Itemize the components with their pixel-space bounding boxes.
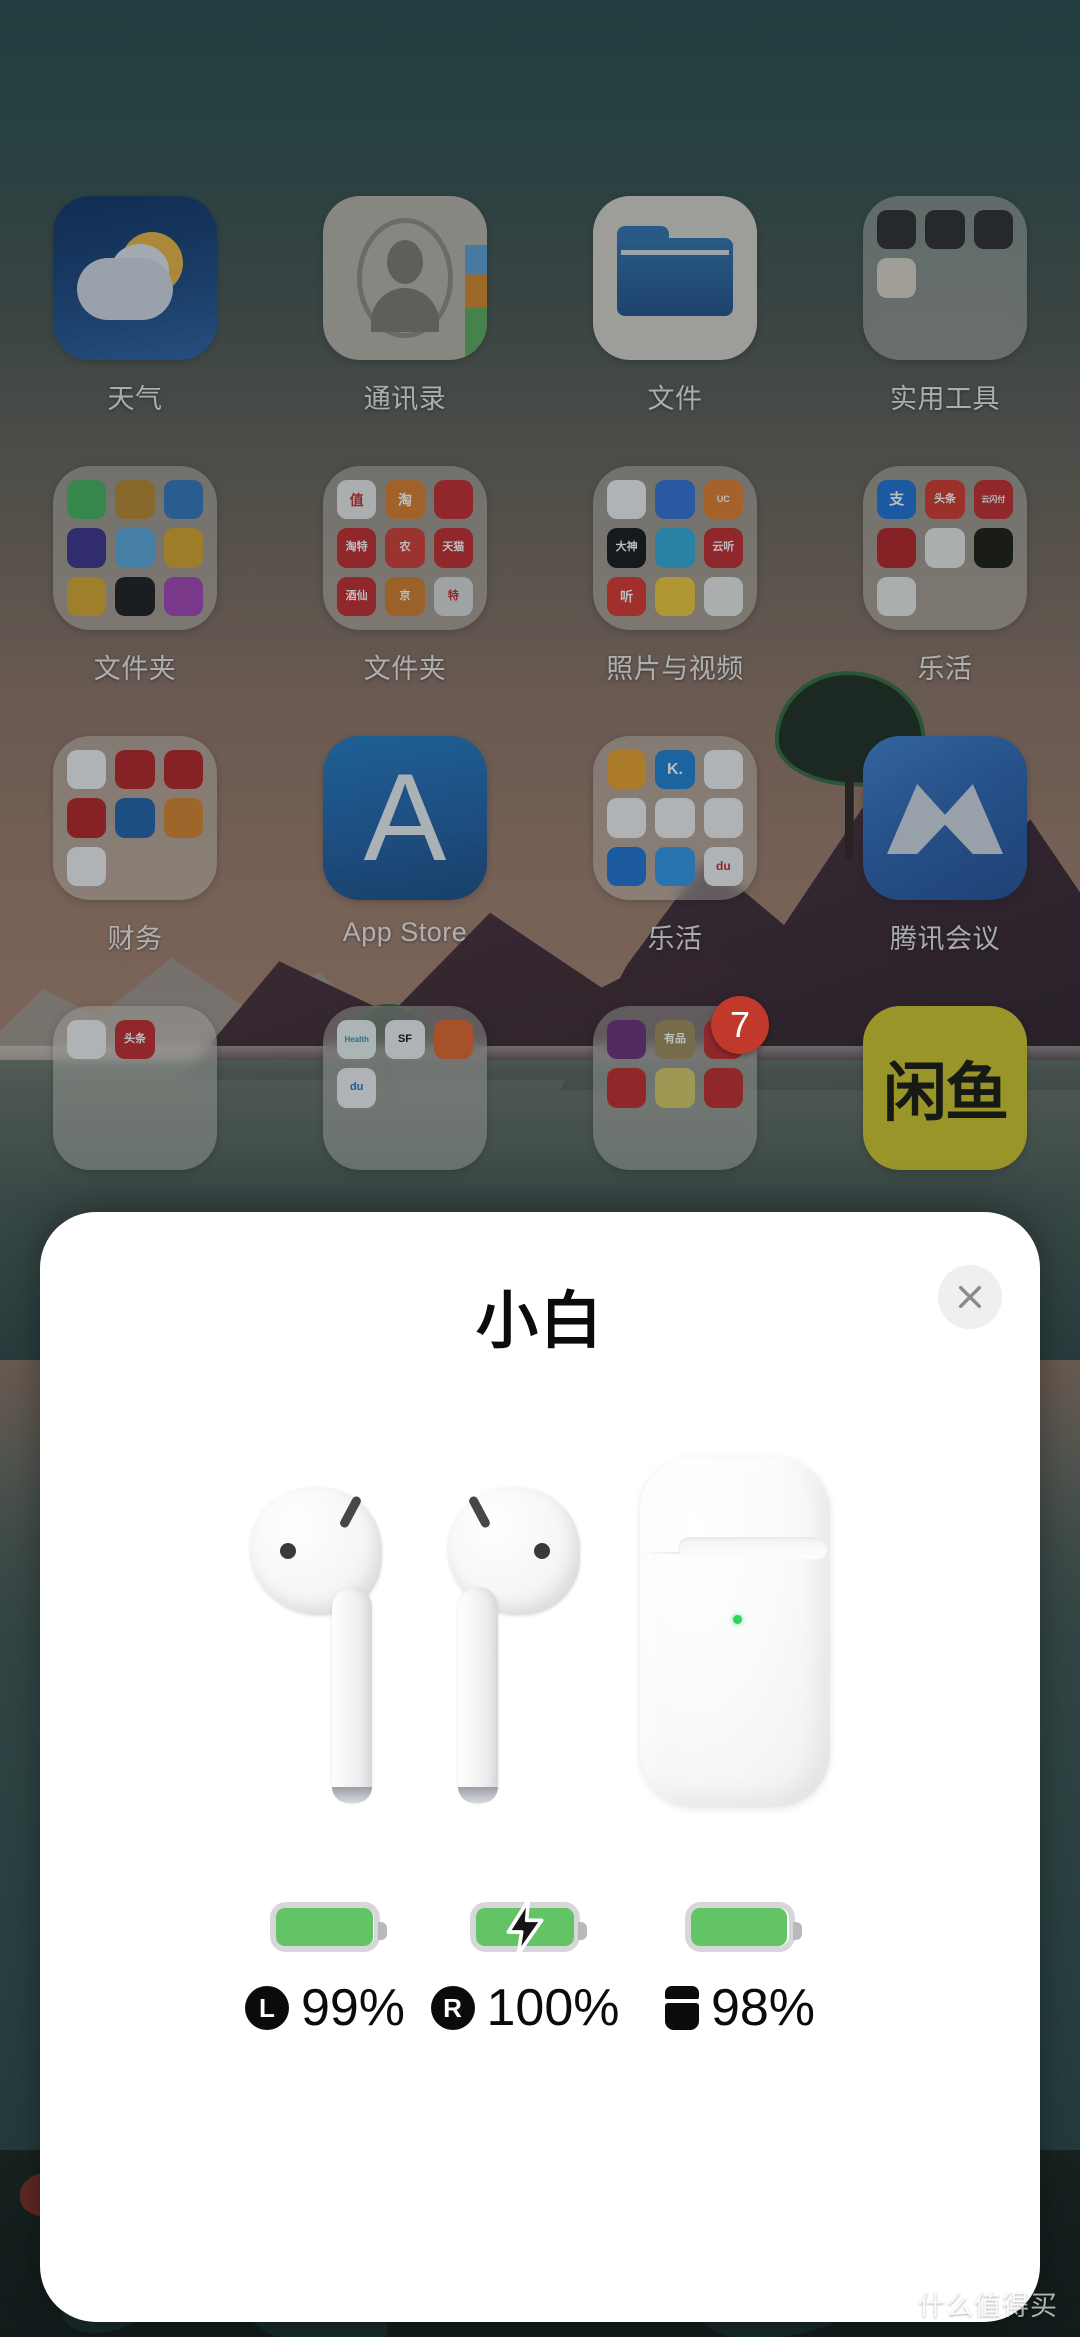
battery-icon <box>270 1902 387 1952</box>
battery-percent: 98% <box>710 1979 816 2037</box>
case-status-led <box>733 1615 742 1624</box>
battery-percent: 99% <box>300 1979 406 2037</box>
battery-icon <box>685 1902 802 1952</box>
left-chip-icon: L <box>244 1986 289 2030</box>
battery-status-row: L 99% R 100% 98% <box>40 1900 1040 2102</box>
battery-percent: 100% <box>486 1979 620 2037</box>
notification-badge: 7 <box>711 996 769 1054</box>
airpods-case-icon <box>640 1457 830 1807</box>
sheet-title: 小白 <box>475 1287 604 1356</box>
device-illustrations <box>40 1447 1040 1847</box>
airpods-battery-sheet: 小白 L 99% R 100% 98% <box>40 1212 1040 2322</box>
airpods-pair-illustration <box>250 1447 580 1847</box>
case-chip-icon <box>664 1986 699 2030</box>
battery-icon-charging <box>470 1900 587 1954</box>
right-chip-icon: R <box>430 1986 475 2030</box>
watermark-text: 什么值得买 <box>918 2291 1058 2321</box>
charging-bolt-icon <box>506 1900 544 1954</box>
battery-case: 98% <box>625 1902 855 2102</box>
close-icon[interactable] <box>938 1265 1002 1329</box>
watermark: 值 什么值得买 <box>880 2284 1058 2323</box>
airpod-right-icon <box>430 1477 580 1807</box>
airpod-left-icon <box>250 1477 400 1807</box>
watermark-logo-icon: 值 <box>880 2288 910 2319</box>
battery-left: L 99% <box>225 1902 425 2102</box>
battery-right: R 100% <box>425 1900 625 2102</box>
